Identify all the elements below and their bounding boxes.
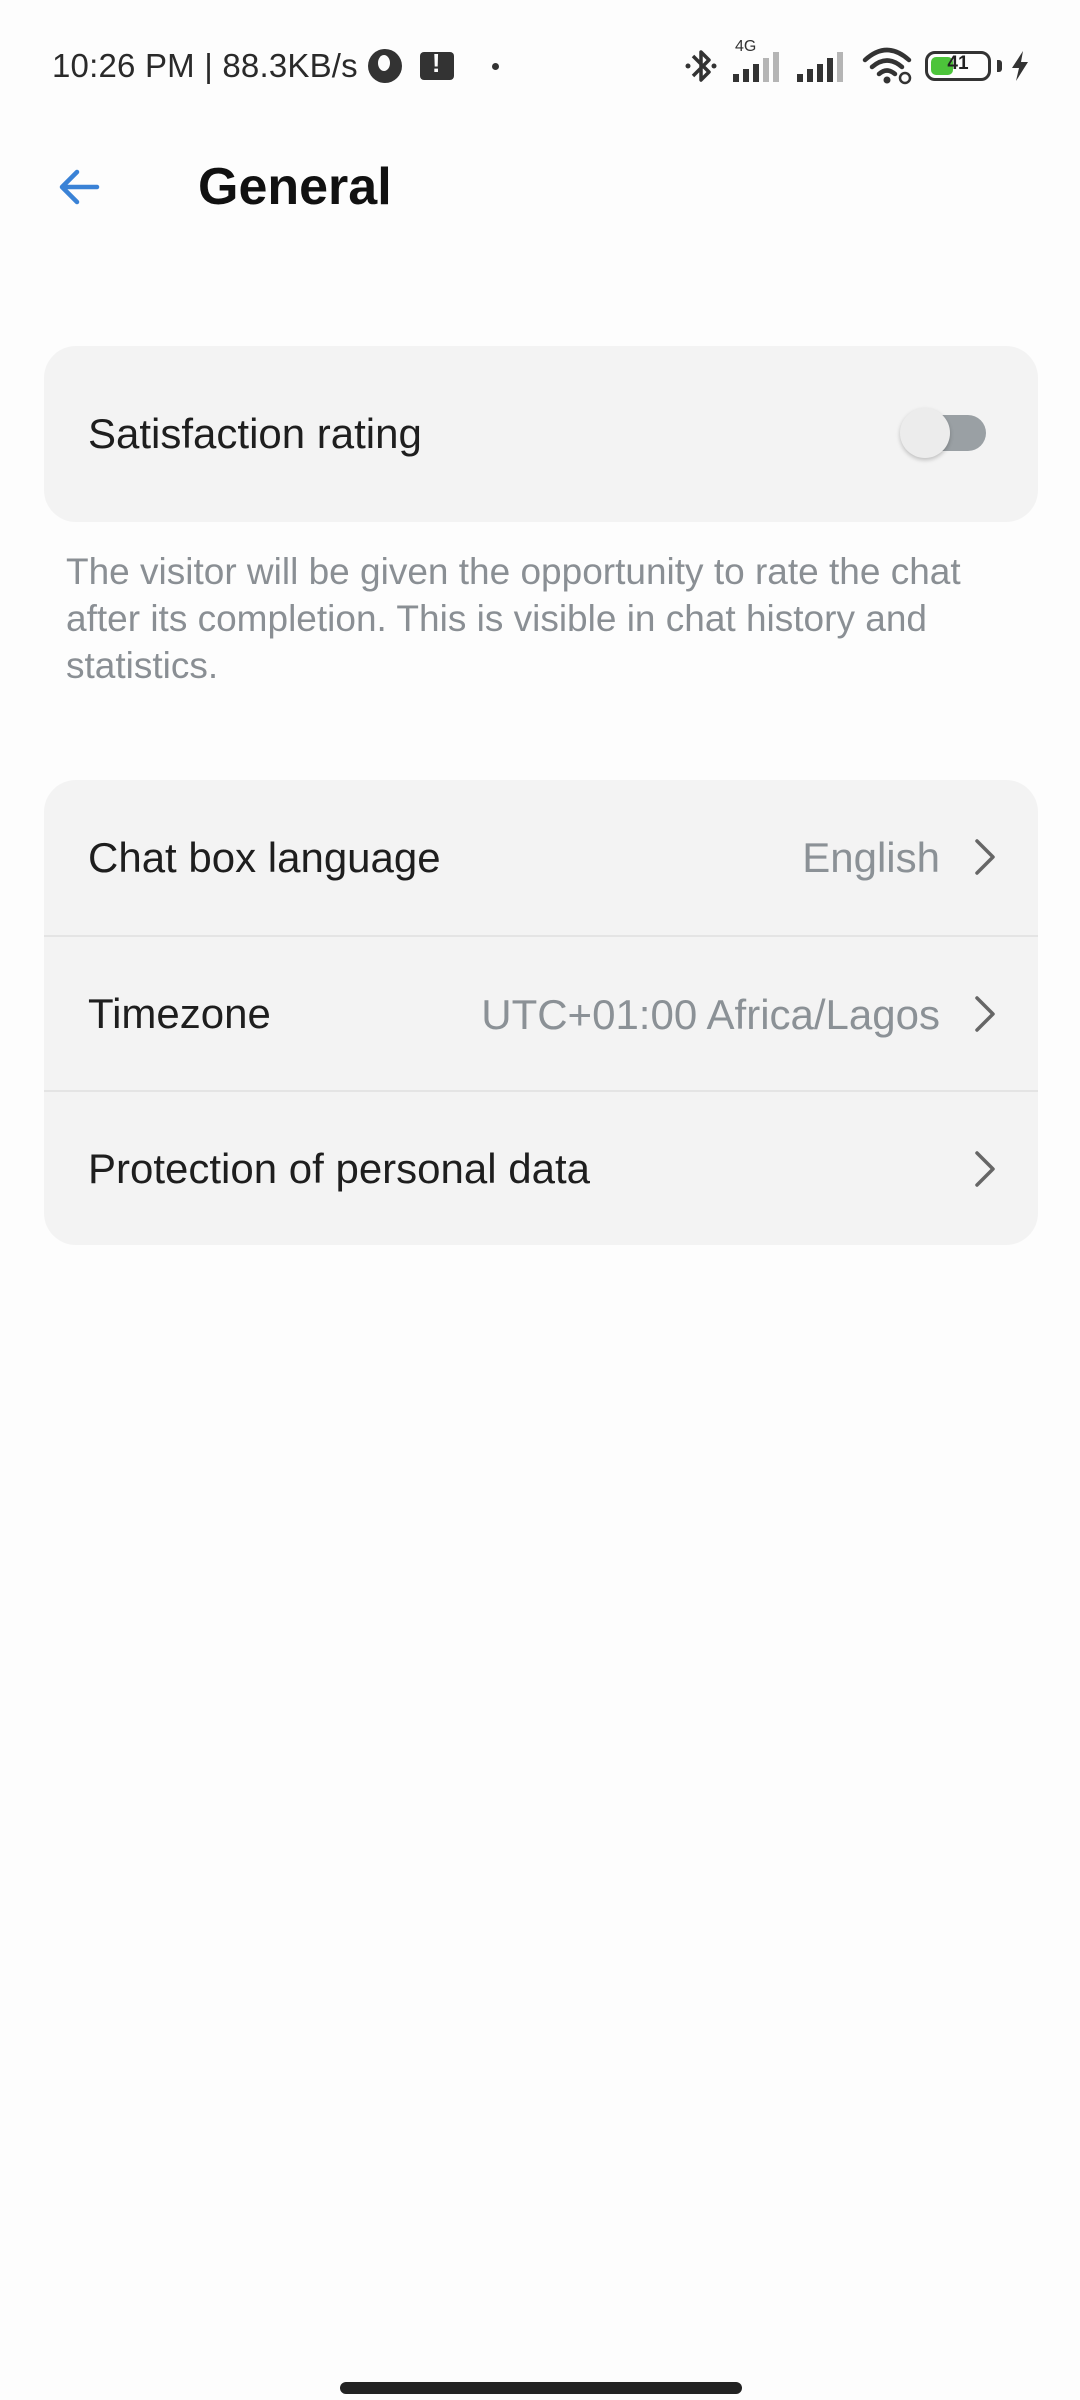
satisfaction-rating-label: Satisfaction rating	[88, 410, 422, 457]
battery-level: 41	[947, 53, 969, 74]
personal-data-row[interactable]: Protection of personal data	[44, 1090, 1038, 1245]
chat-box-language-label: Chat box language	[88, 833, 441, 881]
chevron-right-icon	[975, 839, 995, 875]
status-right: 4G 41	[683, 38, 1030, 88]
chevron-right-icon	[975, 996, 995, 1032]
personal-data-label: Protection of personal data	[88, 1144, 590, 1192]
timezone-value: UTC+01:00 Africa/Lagos	[481, 990, 940, 1038]
toggle-knob	[900, 408, 950, 458]
app-header: General	[0, 130, 1080, 240]
timezone-label: Timezone	[88, 989, 271, 1037]
network-type: 4G	[735, 38, 757, 55]
bluetooth-icon	[685, 50, 717, 82]
status-time: 10:26 PM | 88.3KB/s	[52, 47, 358, 84]
timezone-row[interactable]: Timezone UTC+01:00 Africa/Lagos	[44, 935, 1038, 1090]
charging-icon	[1012, 51, 1028, 81]
settings-card: Chat box language English Timezone UTC+0…	[44, 780, 1038, 1245]
satisfaction-rating-card: Satisfaction rating	[44, 346, 1038, 522]
dot-icon	[491, 62, 499, 70]
battery-icon: 41	[925, 51, 991, 81]
wifi-icon	[862, 47, 912, 85]
satisfaction-rating-row[interactable]: Satisfaction rating	[44, 346, 1038, 522]
satisfaction-rating-description: The visitor will be given the opportunit…	[66, 551, 961, 686]
signal-icon-2	[797, 50, 847, 82]
satisfaction-rating-toggle[interactable]	[900, 408, 986, 458]
status-left: 10:26 PM | 88.3KB/s	[52, 44, 499, 88]
chevron-right-icon	[975, 1151, 995, 1187]
page-title: General	[198, 158, 392, 216]
app-icon	[367, 49, 402, 83]
back-button[interactable]	[44, 152, 114, 222]
chat-box-language-row[interactable]: Chat box language English	[44, 780, 1038, 935]
sd-card-alert-icon	[419, 48, 454, 80]
home-indicator[interactable]	[340, 2382, 742, 2394]
signal-icon: 4G	[733, 38, 783, 82]
status-bar: 10:26 PM | 88.3KB/s 4G	[0, 0, 1080, 130]
chat-box-language-value: English	[802, 833, 940, 881]
arrow-left-icon	[59, 169, 100, 205]
battery-tip	[997, 60, 1002, 72]
